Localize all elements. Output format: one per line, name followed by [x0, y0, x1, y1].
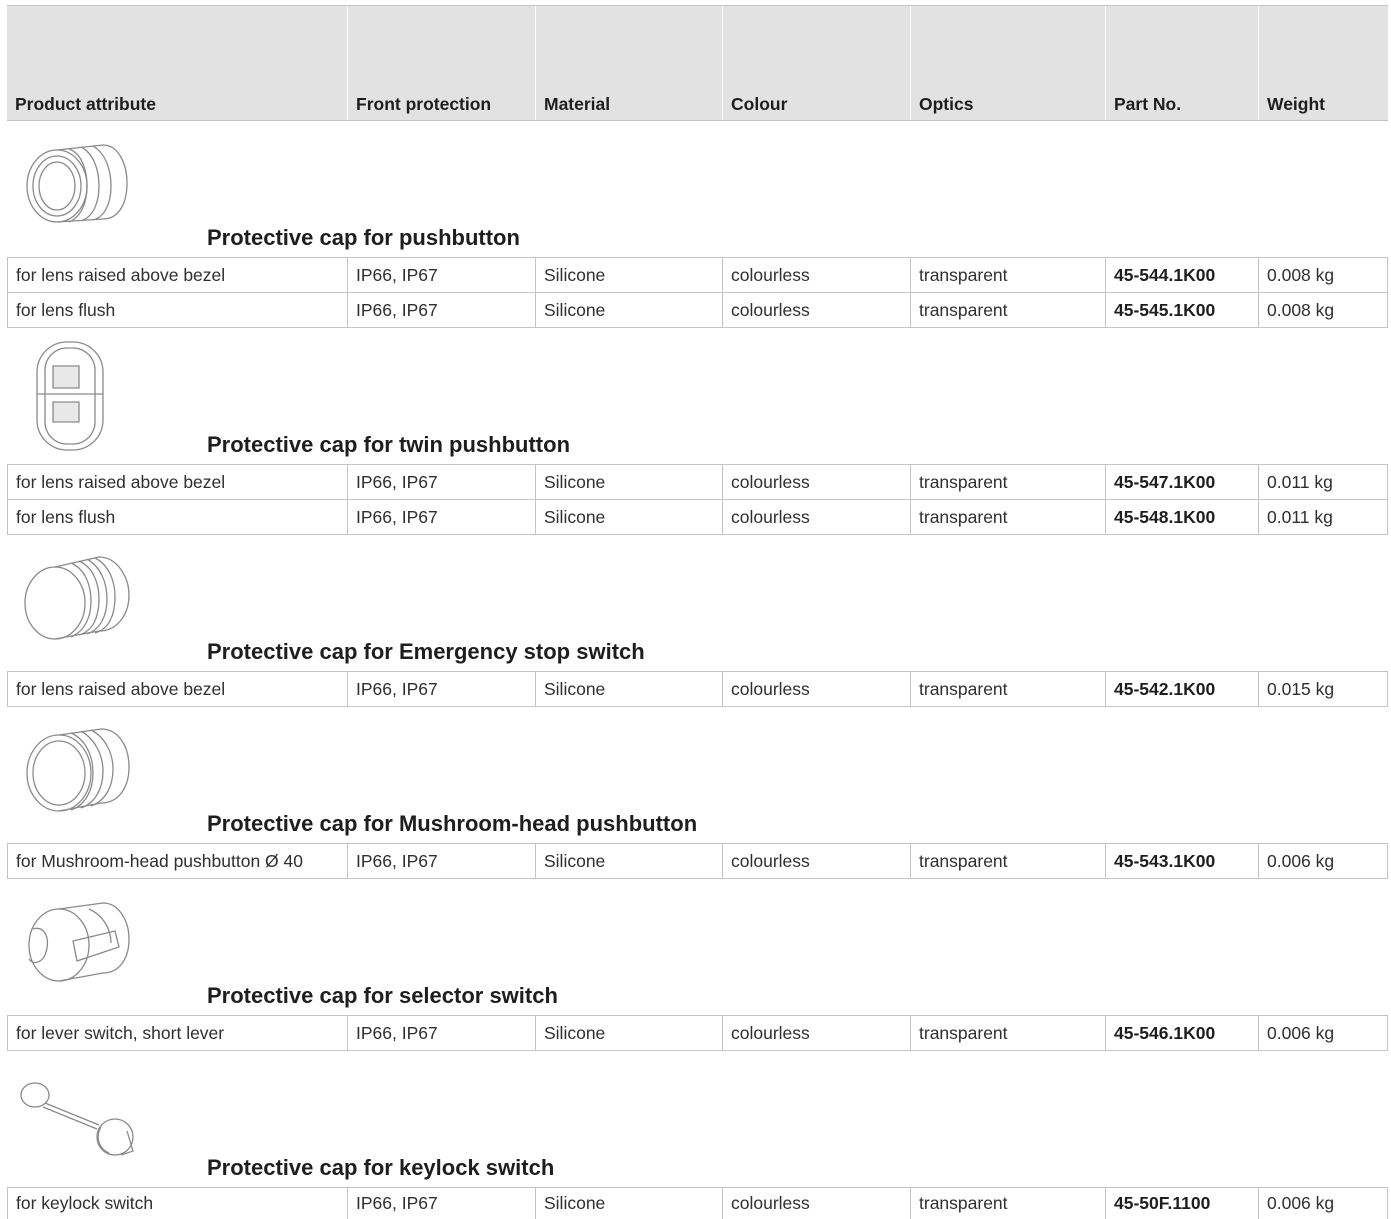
- column-header-front-protection: Front protection: [347, 6, 535, 120]
- cell-optics: transparent: [910, 465, 1105, 499]
- cell-part-no: 45-542.1K00: [1105, 672, 1258, 706]
- cell-product-attribute: for lens flush: [7, 500, 347, 534]
- cell-part-no: 45-547.1K00: [1105, 465, 1258, 499]
- cell-front-protection: IP66, IP67: [347, 500, 535, 534]
- cell-colour: colourless: [722, 1188, 910, 1219]
- table-row: for lens raised above bezel IP66, IP67 S…: [7, 464, 1388, 499]
- product-group: Protective cap for twin pushbutton for l…: [7, 328, 1388, 535]
- group-header: Protective cap for Emergency stop switch: [7, 535, 1388, 671]
- cell-weight: 0.011 kg: [1258, 465, 1388, 499]
- cell-front-protection: IP66, IP67: [347, 1188, 535, 1219]
- cell-material: Silicone: [535, 1016, 722, 1050]
- mushroom-cap-icon: [15, 717, 135, 822]
- cell-weight: 0.006 kg: [1258, 1016, 1388, 1050]
- group-header: Protective cap for selector switch: [7, 879, 1388, 1015]
- group-title: Protective cap for selector switch: [207, 983, 558, 1008]
- keylock-cap-icon: [15, 1079, 135, 1164]
- cell-material: Silicone: [535, 1188, 722, 1219]
- cell-product-attribute: for Mushroom-head pushbutton Ø 40: [7, 844, 347, 878]
- cell-optics: transparent: [910, 672, 1105, 706]
- cell-part-no: 45-545.1K00: [1105, 293, 1258, 327]
- cell-part-no: 45-543.1K00: [1105, 844, 1258, 878]
- group-title: Protective cap for Mushroom-head pushbut…: [207, 811, 698, 836]
- cell-part-no: 45-544.1K00: [1105, 258, 1258, 292]
- product-group: Protective cap for selector switch for l…: [7, 879, 1388, 1051]
- group-title: Protective cap for twin pushbutton: [207, 432, 571, 457]
- cell-front-protection: IP66, IP67: [347, 465, 535, 499]
- group-title: Protective cap for keylock switch: [207, 1155, 555, 1180]
- ribbed-cap-icon: [15, 131, 133, 236]
- cell-front-protection: IP66, IP67: [347, 293, 535, 327]
- cell-front-protection: IP66, IP67: [347, 258, 535, 292]
- cell-colour: colourless: [722, 1016, 910, 1050]
- table-row: for keylock switch IP66, IP67 Silicone c…: [7, 1187, 1388, 1219]
- cell-product-attribute: for keylock switch: [7, 1188, 347, 1219]
- cell-weight: 0.006 kg: [1258, 844, 1388, 878]
- cell-colour: colourless: [722, 500, 910, 534]
- cell-material: Silicone: [535, 672, 722, 706]
- cell-front-protection: IP66, IP67: [347, 1016, 535, 1050]
- product-group: Protective cap for Emergency stop switch…: [7, 535, 1388, 707]
- cell-weight: 0.011 kg: [1258, 500, 1388, 534]
- column-header-colour: Colour: [722, 6, 910, 120]
- cell-material: Silicone: [535, 465, 722, 499]
- column-header-product-attribute: Product attribute: [15, 94, 156, 114]
- product-group: Protective cap for pushbutton for lens r…: [7, 121, 1388, 328]
- cell-weight: 0.015 kg: [1258, 672, 1388, 706]
- cell-product-attribute: for lens raised above bezel: [7, 258, 347, 292]
- table-row: for Mushroom-head pushbutton Ø 40 IP66, …: [7, 843, 1388, 878]
- cell-optics: transparent: [910, 258, 1105, 292]
- group-title: Protective cap for Emergency stop switch: [207, 639, 645, 664]
- group-header: Protective cap for keylock switch: [7, 1051, 1388, 1187]
- table-row: for lever switch, short lever IP66, IP67…: [7, 1015, 1388, 1050]
- group-title: Protective cap for pushbutton: [207, 225, 520, 250]
- cell-product-attribute: for lens flush: [7, 293, 347, 327]
- column-header-material: Material: [535, 6, 722, 120]
- cell-part-no: 45-548.1K00: [1105, 500, 1258, 534]
- group-header: Protective cap for pushbutton: [7, 121, 1388, 257]
- product-group: Protective cap for Mushroom-head pushbut…: [7, 707, 1388, 879]
- column-header-weight: Weight: [1258, 6, 1388, 120]
- cell-optics: transparent: [910, 1016, 1105, 1050]
- cell-optics: transparent: [910, 844, 1105, 878]
- cell-part-no: 45-50F.1100: [1105, 1188, 1258, 1219]
- cell-colour: colourless: [722, 293, 910, 327]
- cell-part-no: 45-546.1K00: [1105, 1016, 1258, 1050]
- table-row: for lens raised above bezel IP66, IP67 S…: [7, 671, 1388, 706]
- cell-weight: 0.006 kg: [1258, 1188, 1388, 1219]
- cell-material: Silicone: [535, 293, 722, 327]
- cell-product-attribute: for lever switch, short lever: [7, 1016, 347, 1050]
- cell-colour: colourless: [722, 258, 910, 292]
- cell-colour: colourless: [722, 465, 910, 499]
- cell-material: Silicone: [535, 844, 722, 878]
- cell-optics: transparent: [910, 500, 1105, 534]
- product-table: Product attribute Front protection Mater…: [7, 5, 1388, 1219]
- cell-product-attribute: for lens raised above bezel: [7, 672, 347, 706]
- product-group: Protective cap for keylock switch for ke…: [7, 1051, 1388, 1219]
- cell-material: Silicone: [535, 258, 722, 292]
- group-header: Protective cap for Mushroom-head pushbut…: [7, 707, 1388, 843]
- cell-colour: colourless: [722, 844, 910, 878]
- table-header: Product attribute Front protection Mater…: [7, 5, 1388, 121]
- cell-colour: colourless: [722, 672, 910, 706]
- cell-front-protection: IP66, IP67: [347, 672, 535, 706]
- cell-material: Silicone: [535, 500, 722, 534]
- group-header: Protective cap for twin pushbutton: [7, 328, 1388, 464]
- cell-weight: 0.008 kg: [1258, 258, 1388, 292]
- selector-cap-icon: [15, 889, 135, 994]
- cell-optics: transparent: [910, 1188, 1105, 1219]
- twin-cap-icon: [27, 336, 117, 461]
- column-header-part-no: Part No.: [1105, 6, 1258, 120]
- cell-weight: 0.008 kg: [1258, 293, 1388, 327]
- column-header-optics: Optics: [910, 6, 1105, 120]
- cell-front-protection: IP66, IP67: [347, 844, 535, 878]
- cell-optics: transparent: [910, 293, 1105, 327]
- table-row: for lens raised above bezel IP66, IP67 S…: [7, 257, 1388, 292]
- cell-product-attribute: for lens raised above bezel: [7, 465, 347, 499]
- table-row: for lens flush IP66, IP67 Silicone colou…: [7, 292, 1388, 327]
- emergency-cap-icon: [15, 545, 135, 650]
- table-row: for lens flush IP66, IP67 Silicone colou…: [7, 499, 1388, 534]
